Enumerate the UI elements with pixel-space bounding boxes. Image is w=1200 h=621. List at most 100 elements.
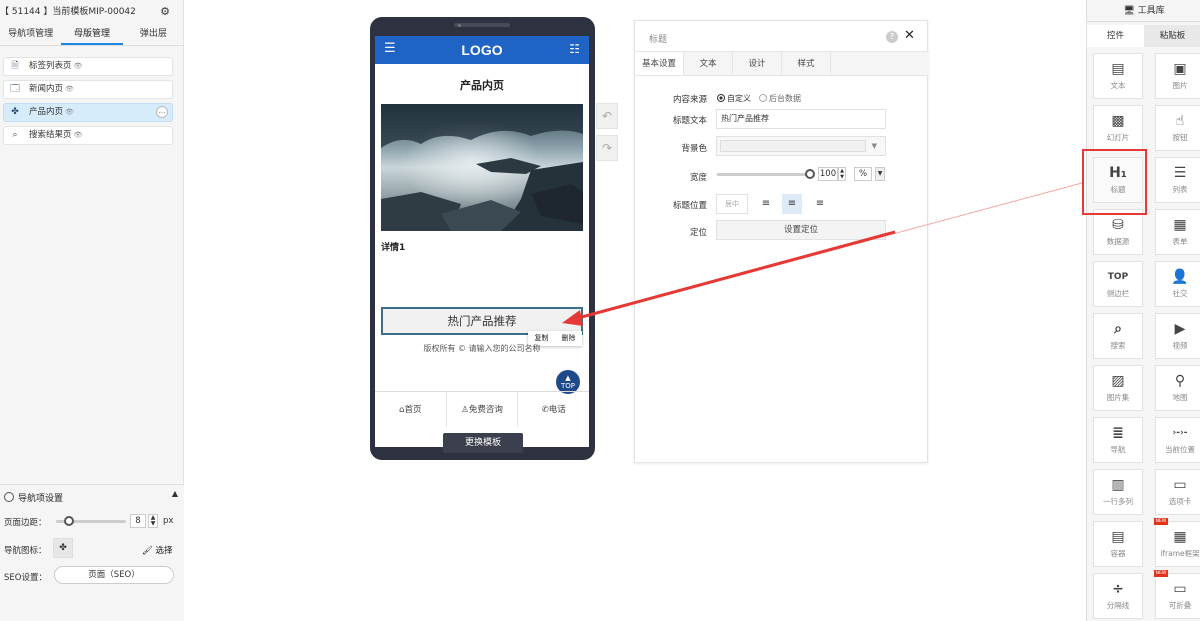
tool-top-sidebar[interactable]: TOP 侧边栏 <box>1093 261 1143 307</box>
tool-pointer-hand[interactable]: ☝ 按钮 <box>1155 105 1200 151</box>
seascape-photo <box>381 104 583 231</box>
text-doc-icon: ▤ <box>1111 61 1125 77</box>
unit-dropdown-icon[interactable]: ▼ <box>875 167 885 181</box>
align-right-icon[interactable]: ≡ <box>810 194 830 214</box>
tool-form[interactable]: ▦ 表单 <box>1155 209 1200 255</box>
tab-clipboard[interactable]: 粘贴板 <box>1144 25 1200 47</box>
page-title[interactable]: 产品内页 <box>375 77 589 93</box>
eye-icon[interactable]: 👁 <box>74 62 83 70</box>
redo-icon[interactable]: ↷ <box>596 135 618 161</box>
gallery-icon: ▨ <box>1111 373 1125 389</box>
undo-icon[interactable]: ↶ <box>596 103 618 129</box>
page-item-tag-list[interactable]: 🗎 标签列表页 👁 <box>3 57 173 76</box>
page-list: 🗎 标签列表页 👁 🗔 新闻内页 👁 ✤ 产品内页 👁 ... ⌕ 搜索结果页 👁 <box>3 57 173 149</box>
set-position-button[interactable]: 设置定位 <box>716 220 886 240</box>
bottom-nav-consult[interactable]: ♙免费咨询 <box>447 392 519 427</box>
margin-slider-knob[interactable] <box>64 516 74 526</box>
properties-tabs: 基本设置 文本 设计 样式 <box>635 51 929 76</box>
gear-icon[interactable]: ⚙ <box>160 2 170 22</box>
tool-map[interactable]: ⚲ 地图 <box>1155 365 1200 411</box>
tool-tabs[interactable]: ▭ 选项卡 <box>1155 469 1200 515</box>
tab-master-management[interactable]: 母版管理 <box>61 24 123 45</box>
tool-image[interactable]: ▣ 图片 <box>1155 53 1200 99</box>
tab-design[interactable]: 设计 <box>733 52 782 75</box>
tool-divider[interactable]: ÷ 分隔线 <box>1093 573 1143 619</box>
new-badge: NEW <box>1154 570 1168 577</box>
margin-stepper[interactable]: ▲ ▼ <box>148 514 158 528</box>
properties-panel: 标题 ? ✕ 基本设置 文本 设计 样式 内容来源 自定义 后台数据 标题文本 … <box>634 20 929 463</box>
eye-icon[interactable]: 👁 <box>65 108 74 116</box>
eye-icon[interactable]: 👁 <box>74 131 83 139</box>
tool-iframe[interactable]: ▦ iframe框架 NEW <box>1154 518 1200 567</box>
help-icon[interactable]: ? <box>886 31 898 43</box>
page-item-label: 新闻内页 <box>29 84 64 94</box>
tool-user-add[interactable]: 👤 社交 <box>1155 261 1200 307</box>
chevron-down-icon: ▼ <box>871 142 877 150</box>
tool-columns[interactable]: ▥ 一行多列 <box>1093 469 1143 515</box>
tool-breadcrumb[interactable]: ›-›- 当前位置 <box>1155 417 1200 463</box>
tool-gallery[interactable]: ▨ 图片集 <box>1093 365 1143 411</box>
pick-icon-button[interactable]: 🖌 选择 <box>142 544 173 556</box>
width-slider-knob[interactable] <box>805 169 815 179</box>
margin-label: 页面边距： <box>4 518 47 528</box>
page-item-product[interactable]: ✤ 产品内页 👁 ... <box>3 103 173 122</box>
tool-label: 地图 <box>1172 393 1188 402</box>
copyright-text[interactable]: 版权所有 © 请输入您的公司名称 <box>375 343 589 354</box>
width-stepper[interactable]: ▲ ▼ <box>838 167 846 181</box>
page-item-news[interactable]: 🗔 新闻内页 👁 <box>3 80 173 99</box>
page-item-search-results[interactable]: ⌕ 搜索结果页 👁 <box>3 126 173 145</box>
tool-video[interactable]: ▶ 视频 <box>1155 313 1200 359</box>
product-image[interactable] <box>381 104 583 231</box>
bottom-nav: ⌂首页 ♙免费咨询 ✆电话 <box>375 391 589 427</box>
tool-text-doc[interactable]: ▤ 文本 <box>1093 53 1143 99</box>
width-value-input[interactable]: 100 <box>818 167 838 181</box>
title-text-input[interactable]: 热门产品推荐 <box>716 109 886 129</box>
width-unit[interactable]: % <box>854 167 872 181</box>
close-icon[interactable]: ✕ <box>904 28 915 43</box>
tab-controls[interactable]: 控件 <box>1087 25 1144 47</box>
tab-nav-management[interactable]: 导航项管理 <box>0 24 61 45</box>
tool-nav-menu[interactable]: ≣ 导航 <box>1093 417 1143 463</box>
more-options-icon[interactable]: ... <box>156 106 168 118</box>
brush-icon: 🖌 <box>142 546 153 556</box>
tab-basic-settings[interactable]: 基本设置 <box>635 52 684 75</box>
highlight-box <box>1082 149 1147 215</box>
source-backend-radio[interactable]: 后台数据 <box>759 93 801 104</box>
list-menu-icon[interactable]: ☷ <box>569 42 580 56</box>
page-item-label: 产品内页 <box>29 107 64 117</box>
nav-settings-heading[interactable]: 导航项设置 <box>4 491 63 504</box>
phone-speaker <box>454 23 510 27</box>
tool-container[interactable]: ▤ 容器 <box>1093 521 1143 567</box>
nav-icon-preview[interactable]: ✤ <box>53 538 73 558</box>
source-custom-radio[interactable]: 自定义 <box>717 93 751 104</box>
margin-value-input[interactable]: 8 <box>130 514 146 528</box>
eye-icon[interactable]: 👁 <box>65 85 74 93</box>
tool-search-box[interactable]: ⌕ 搜索 <box>1093 313 1143 359</box>
tab-style[interactable]: 样式 <box>782 52 831 75</box>
locate-label: 定位 <box>689 228 707 238</box>
tool-database[interactable]: ⛁ 数据源 <box>1093 209 1143 255</box>
position-select[interactable]: 居中 <box>716 194 748 214</box>
slideshow-icon: ▩ <box>1111 113 1125 129</box>
phone-frame: ☰ LOGO ☷ 产品内页 详情1 热门产品推荐 复制 删除 版权所有 © 请输… <box>370 17 595 460</box>
tab-popup-layer[interactable]: 弹出层 <box>123 24 184 45</box>
tool-label: 按钮 <box>1172 133 1188 142</box>
browser-window-icon: 🗔 <box>10 84 20 94</box>
bottom-nav-home[interactable]: ⌂首页 <box>375 392 447 427</box>
align-left-icon[interactable]: ≡ <box>756 194 776 214</box>
change-template-button[interactable]: 更换模板 <box>443 433 523 453</box>
tool-slideshow[interactable]: ▩ 幻灯片 <box>1093 105 1143 151</box>
tool-label: 导航 <box>1110 445 1126 454</box>
width-slider-track[interactable] <box>717 173 807 176</box>
tab-text[interactable]: 文本 <box>684 52 733 75</box>
bottom-nav-phone[interactable]: ✆电话 <box>518 392 589 427</box>
logo[interactable]: LOGO <box>375 36 589 64</box>
tool-list[interactable]: ☰ 列表 <box>1155 157 1200 203</box>
seo-button[interactable]: 页面（SEO） <box>54 566 174 584</box>
align-center-icon[interactable]: ≡ <box>782 194 802 214</box>
bg-color-picker[interactable]: ▼ <box>716 136 886 156</box>
form-icon: ▦ <box>1173 217 1187 233</box>
collapse-caret-icon[interactable]: ▲ <box>172 489 178 498</box>
detail-text[interactable]: 详情1 <box>381 240 405 253</box>
tool-collapse[interactable]: ▭ 可折叠 NEW <box>1154 570 1200 619</box>
